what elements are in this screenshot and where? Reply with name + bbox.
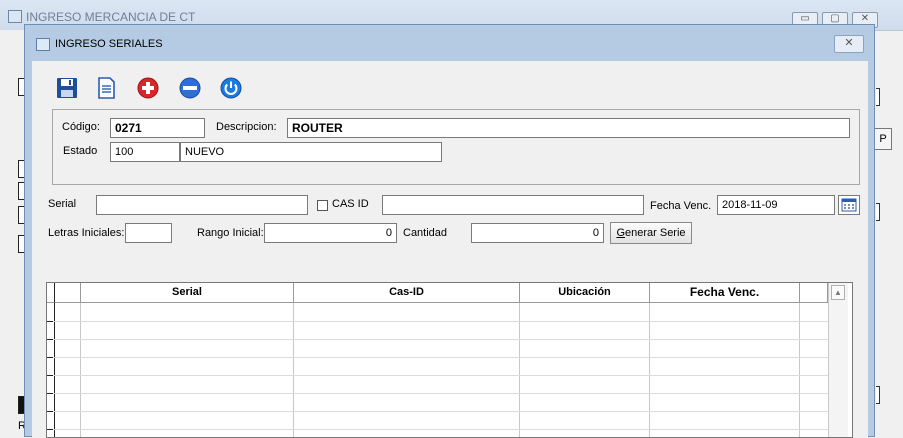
calendar-icon (841, 198, 857, 212)
column-header-ubicacion[interactable]: Ubicación (520, 283, 650, 303)
app-icon (8, 10, 22, 23)
column-header-cas-id[interactable]: Cas-ID (294, 283, 520, 303)
row-indicator-mark (47, 375, 53, 376)
estado-label: Estado (63, 145, 98, 157)
column-header-fecha-venc[interactable]: Fecha Venc. (650, 283, 800, 303)
estado-desc-field[interactable]: NUEVO (180, 142, 442, 162)
scroll-up-arrow-icon[interactable]: ▲ (831, 285, 845, 300)
fecha-venc-label: Fecha Venc. (650, 200, 712, 212)
new-document-button[interactable] (93, 75, 119, 101)
dialog-app-icon (36, 38, 50, 51)
grid-row-line (47, 429, 828, 430)
document-icon (98, 77, 115, 99)
background-field-edge (876, 203, 880, 221)
product-panel: Código: 0271 Descripcion: ROUTER Estado … (52, 109, 860, 185)
save-icon (57, 78, 77, 98)
row-indicator-mark (47, 321, 53, 322)
seriales-grid[interactable]: Serial Cas-ID Ubicación Fecha Venc. ▲ (46, 282, 853, 438)
serial-input[interactable] (96, 195, 308, 215)
calendar-button[interactable] (838, 195, 860, 215)
serial-label: Serial (48, 198, 77, 210)
dialog-close-button[interactable]: ✕ (834, 35, 864, 53)
row-indicator-mark (47, 393, 53, 394)
grid-row-line (47, 375, 828, 376)
cas-id-column[interactable] (294, 303, 520, 437)
grid-row-line (47, 411, 828, 412)
row-indicator-mark (47, 429, 53, 430)
cas-id-input[interactable] (382, 195, 644, 215)
serial-column[interactable] (81, 303, 294, 437)
grid-row-line (47, 321, 828, 322)
cas-id-checkbox[interactable] (317, 200, 328, 211)
cantidad-input[interactable]: 0 (471, 223, 604, 243)
descripcion-label: Descripcion: (216, 121, 277, 133)
cantidad-label: Cantidad (403, 227, 448, 239)
row-indicator-mark (47, 339, 53, 340)
background-p-button[interactable]: P (874, 128, 892, 150)
ingreso-seriales-dialog: INGRESO SERIALES ✕ Código: 0271 Descripc… (24, 24, 875, 438)
exit-button[interactable] (218, 75, 244, 101)
remove-icon (179, 77, 201, 99)
dialog-title: INGRESO SERIALES (55, 38, 163, 50)
generar-serie-button[interactable]: Generar Serie (610, 222, 692, 244)
row-indicator-column (47, 303, 55, 437)
grid-vertical-scrollbar[interactable]: ▲ (828, 283, 848, 437)
letras-iniciales-input[interactable] (125, 223, 172, 243)
add-icon (137, 77, 159, 99)
grid-row-line (47, 393, 828, 394)
indicator-header (47, 283, 55, 303)
column-header-filler (800, 283, 828, 303)
remove-button[interactable] (177, 75, 203, 101)
letras-iniciales-label: Letras Iniciales: (48, 227, 125, 239)
rango-inicial-input[interactable]: 0 (264, 223, 397, 243)
power-icon (220, 77, 242, 99)
grid-row-line (47, 357, 828, 358)
background-window-title: INGRESO MERCANCIA DE CT (26, 10, 196, 24)
rango-inicial-label: Rango Inicial: (197, 227, 264, 239)
grid-row-line (47, 339, 828, 340)
row-header-corner (55, 283, 81, 303)
cas-id-label: CAS ID (332, 198, 369, 210)
row-indicator-mark (47, 411, 53, 412)
fecha-venc-input[interactable]: 2018-11-09 (717, 195, 835, 215)
descripcion-field[interactable]: ROUTER (287, 118, 850, 138)
background-field-edge (876, 88, 880, 106)
save-button[interactable] (54, 75, 80, 101)
fecha-venc-column[interactable] (650, 303, 800, 437)
row-header-column (55, 303, 81, 437)
background-field-edge (876, 386, 880, 404)
add-button[interactable] (135, 75, 161, 101)
ubicacion-column[interactable] (520, 303, 650, 437)
row-indicator-mark (47, 357, 53, 358)
generar-label: enerar Serie (625, 227, 686, 239)
estado-code-field[interactable]: 100 (110, 142, 180, 162)
column-header-serial[interactable]: Serial (81, 283, 294, 303)
codigo-field[interactable]: 0271 (110, 118, 205, 138)
dialog-client-area: Código: 0271 Descripcion: ROUTER Estado … (32, 61, 868, 438)
generar-accelerator: G (616, 227, 625, 239)
codigo-label: Código: (62, 121, 100, 133)
